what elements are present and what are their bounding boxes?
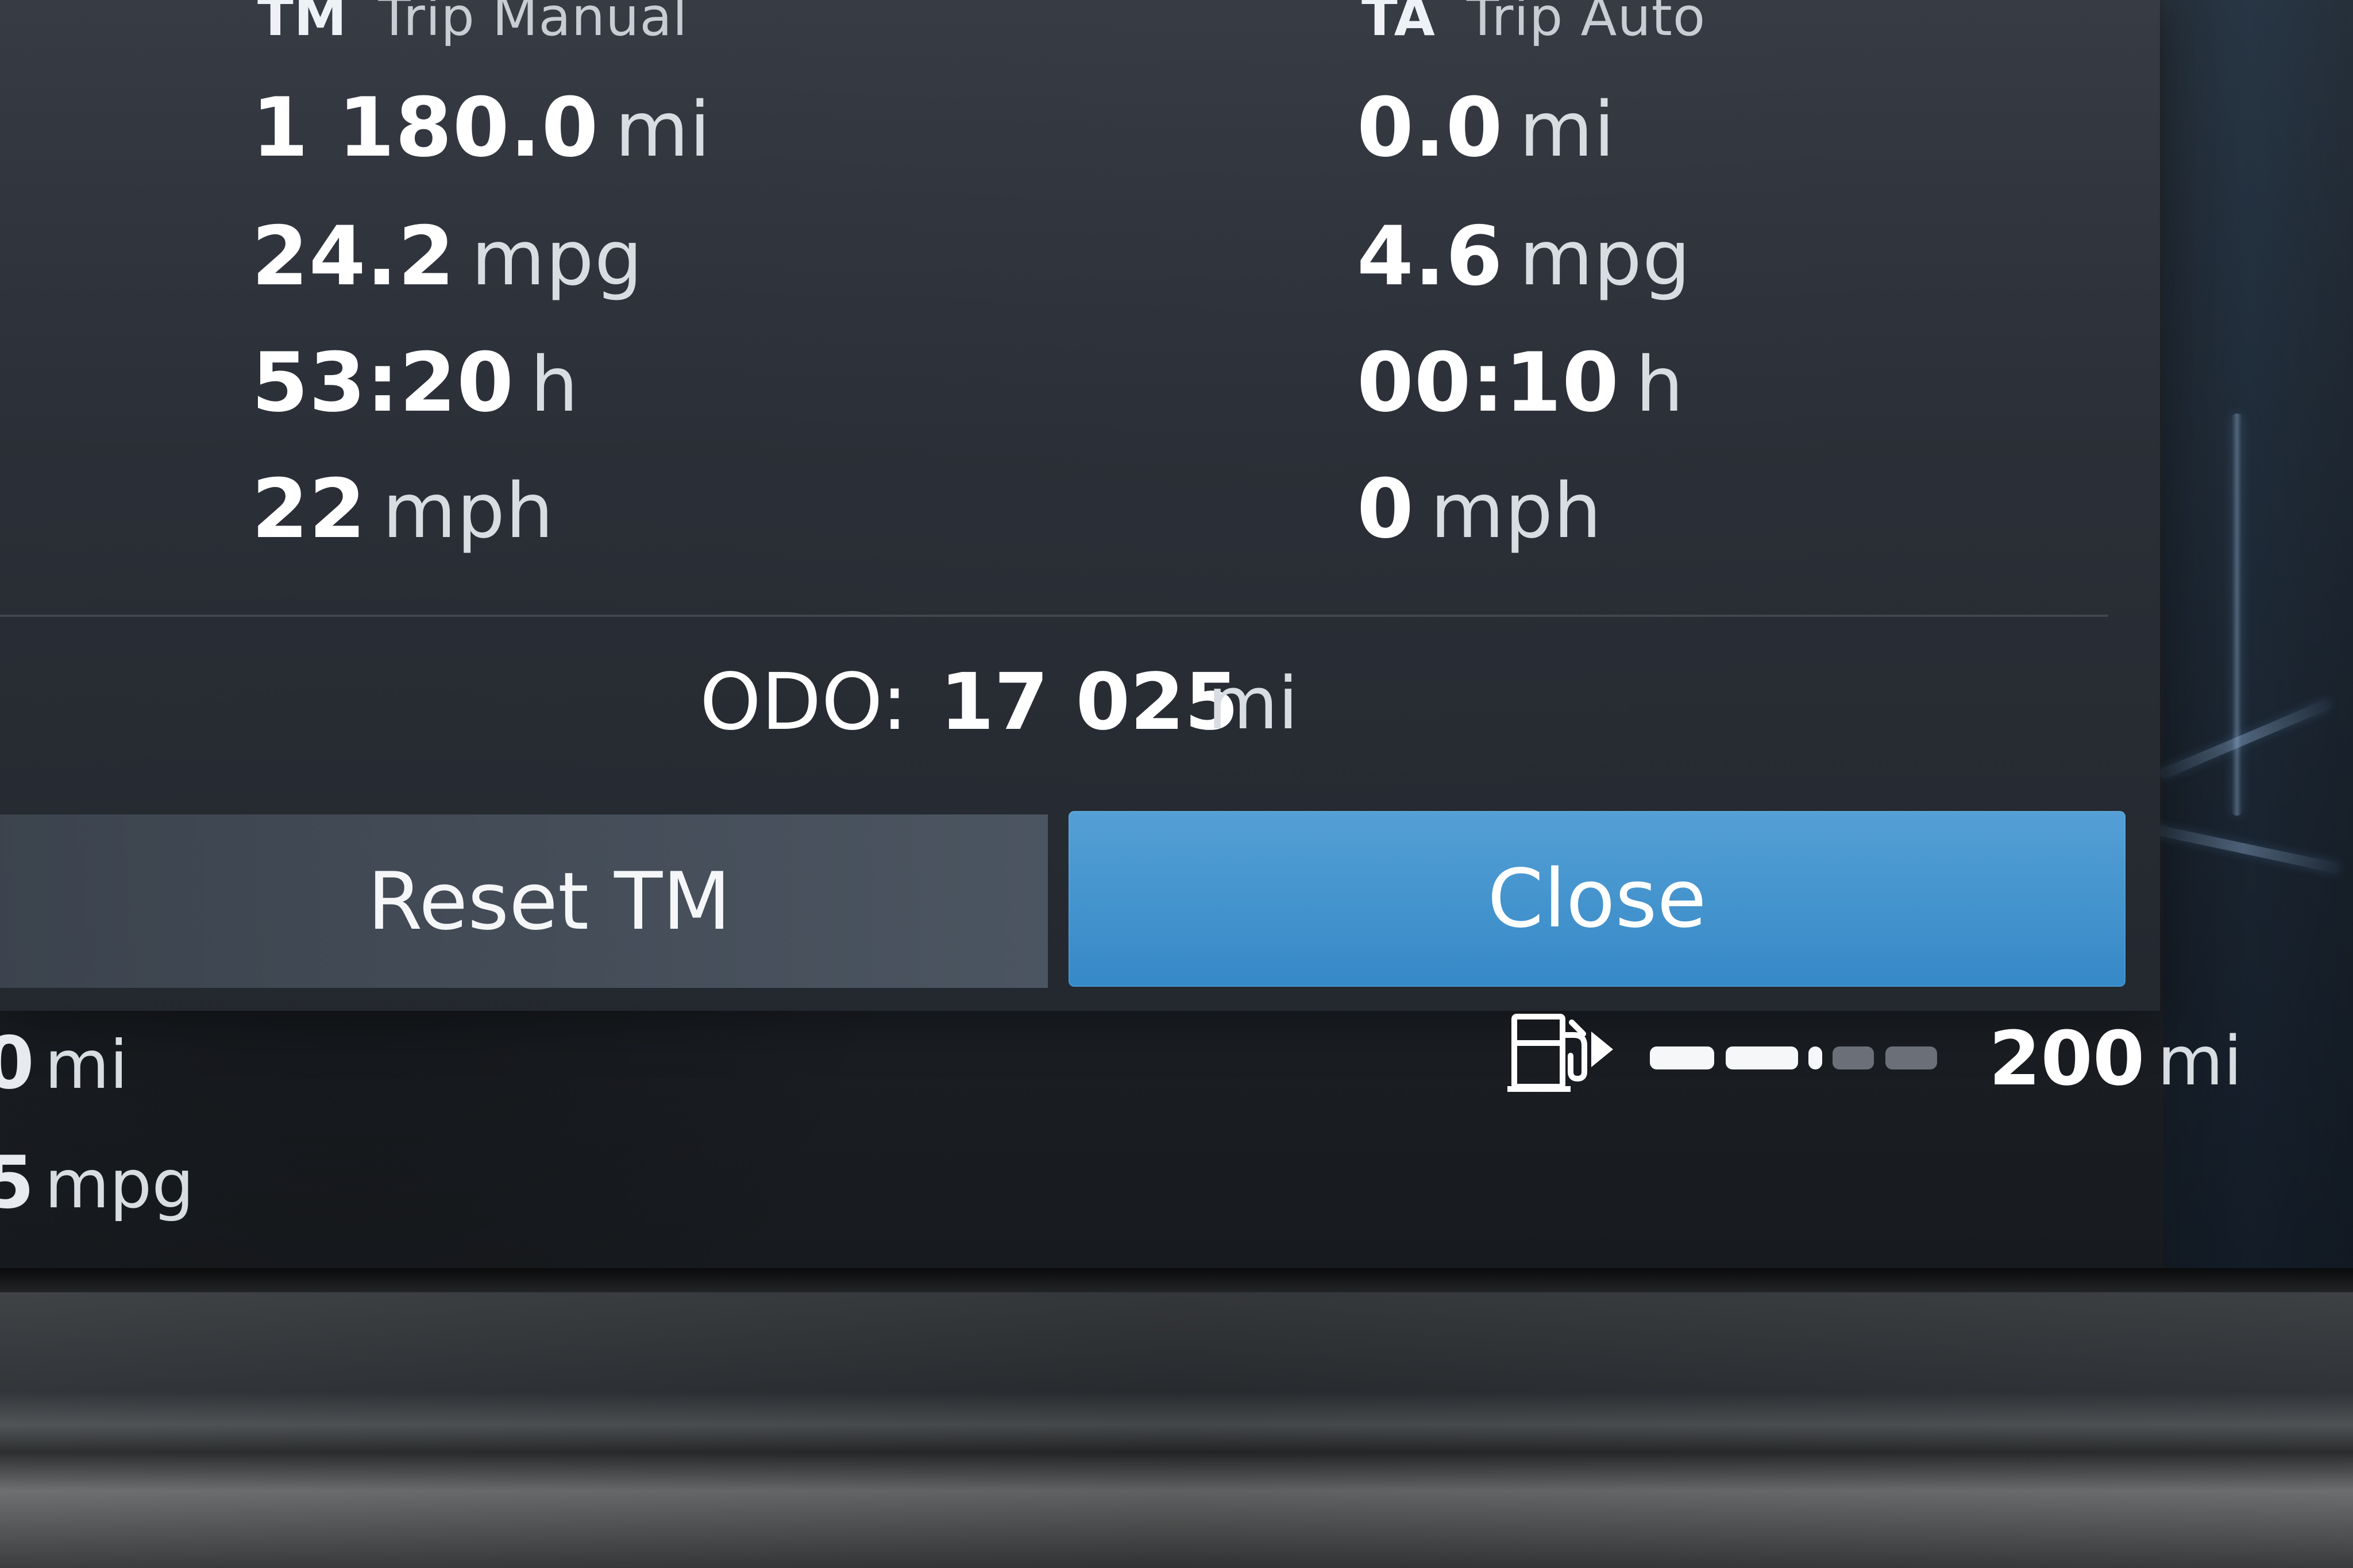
fuel-empty-segment xyxy=(1885,1046,1937,1069)
trip-manual-distance: 1 180.0 mi xyxy=(252,87,711,169)
fuel-level-segment xyxy=(1808,1046,1822,1069)
trip-auto-economy-value: 4.6 xyxy=(1357,209,1503,304)
odometer-unit: mi xyxy=(1208,661,1298,746)
fuel-range-indicator: 200 mi xyxy=(1505,1006,2242,1098)
trip-manual-code: TM xyxy=(257,0,348,48)
trip-manual-speed-value: 22 xyxy=(252,462,367,557)
fuel-pump-icon xyxy=(1505,1006,1614,1092)
fuel-range-value: 200 xyxy=(1989,1015,2145,1102)
reset-tm-button[interactable]: Reset TM xyxy=(0,814,1048,988)
background-distance-unit: mi xyxy=(44,1026,128,1104)
dashboard-trim xyxy=(0,1292,2353,1568)
trip-auto-distance-value: 0.0 xyxy=(1357,80,1503,175)
trip-manual-speed-unit: mph xyxy=(382,467,554,555)
trip-auto-time-unit: h xyxy=(1635,341,1684,429)
trip-manual-speed: 22 mph xyxy=(252,469,554,550)
odometer-label: ODO: xyxy=(700,657,908,748)
trip-auto-time: 00:10 h xyxy=(1357,342,1684,424)
fuel-range-readout: 200 mi xyxy=(1989,1021,2242,1096)
trip-manual-time-value: 53:20 xyxy=(252,335,515,430)
trip-manual-economy: 24.2 mpg xyxy=(252,216,643,298)
fuel-level-segment xyxy=(1650,1046,1714,1069)
trip-auto-time-value: 00:10 xyxy=(1357,335,1620,430)
fuel-level-bar xyxy=(1650,1046,1937,1069)
background-economy-unit: mpg xyxy=(44,1146,194,1223)
trip-auto-economy: 4.6 mpg xyxy=(1357,216,1691,298)
trip-manual-time: 53:20 h xyxy=(252,342,579,424)
fuel-range-unit: mi xyxy=(2157,1021,2243,1100)
right-side-graphic-line xyxy=(2232,414,2242,816)
display-bezel xyxy=(0,1268,2353,1292)
fuel-empty-segment xyxy=(1833,1046,1874,1069)
background-distance-readout: 0 mi xyxy=(0,1027,128,1099)
trip-manual-time-unit: h xyxy=(530,341,579,429)
trip-manual-economy-unit: mpg xyxy=(471,214,643,303)
odometer-value: 17 025 xyxy=(940,657,1239,748)
trip-auto-speed-unit: mph xyxy=(1430,467,1602,555)
trip-manual-name: Trip Manual xyxy=(378,0,688,48)
trip-auto-code: TA xyxy=(1361,0,1436,48)
panel-divider xyxy=(0,615,2108,617)
trip-manual-distance-unit: mi xyxy=(615,86,711,174)
vehicle-display-scene: TM Trip Manual TA Trip Auto 1 180.0 mi 24.2… xyxy=(0,0,2353,1568)
background-economy-readout: 5 mpg xyxy=(0,1146,194,1219)
trip-manual-title: TM Trip Manual xyxy=(257,0,688,44)
trip-auto-distance-unit: mi xyxy=(1519,86,1615,174)
trip-auto-speed: 0 mph xyxy=(1357,469,1602,550)
trip-manual-distance-value: 1 180.0 xyxy=(252,80,599,175)
background-distance-value: 0 xyxy=(0,1021,34,1105)
trip-auto-speed-value: 0 xyxy=(1357,462,1414,557)
trip-manual-economy-value: 24.2 xyxy=(252,209,456,304)
trip-auto-name: Trip Auto xyxy=(1466,0,1706,48)
trip-auto-title: TA Trip Auto xyxy=(1361,0,1706,44)
trip-auto-economy-unit: mpg xyxy=(1519,214,1691,303)
fuel-level-segment xyxy=(1726,1046,1798,1069)
trip-computer-panel: TM Trip Manual TA Trip Auto 1 180.0 mi 24.2… xyxy=(0,0,2160,1011)
background-economy-value: 5 xyxy=(0,1140,34,1225)
close-button[interactable]: Close xyxy=(1069,811,2126,987)
trip-auto-distance: 0.0 mi xyxy=(1357,87,1615,169)
